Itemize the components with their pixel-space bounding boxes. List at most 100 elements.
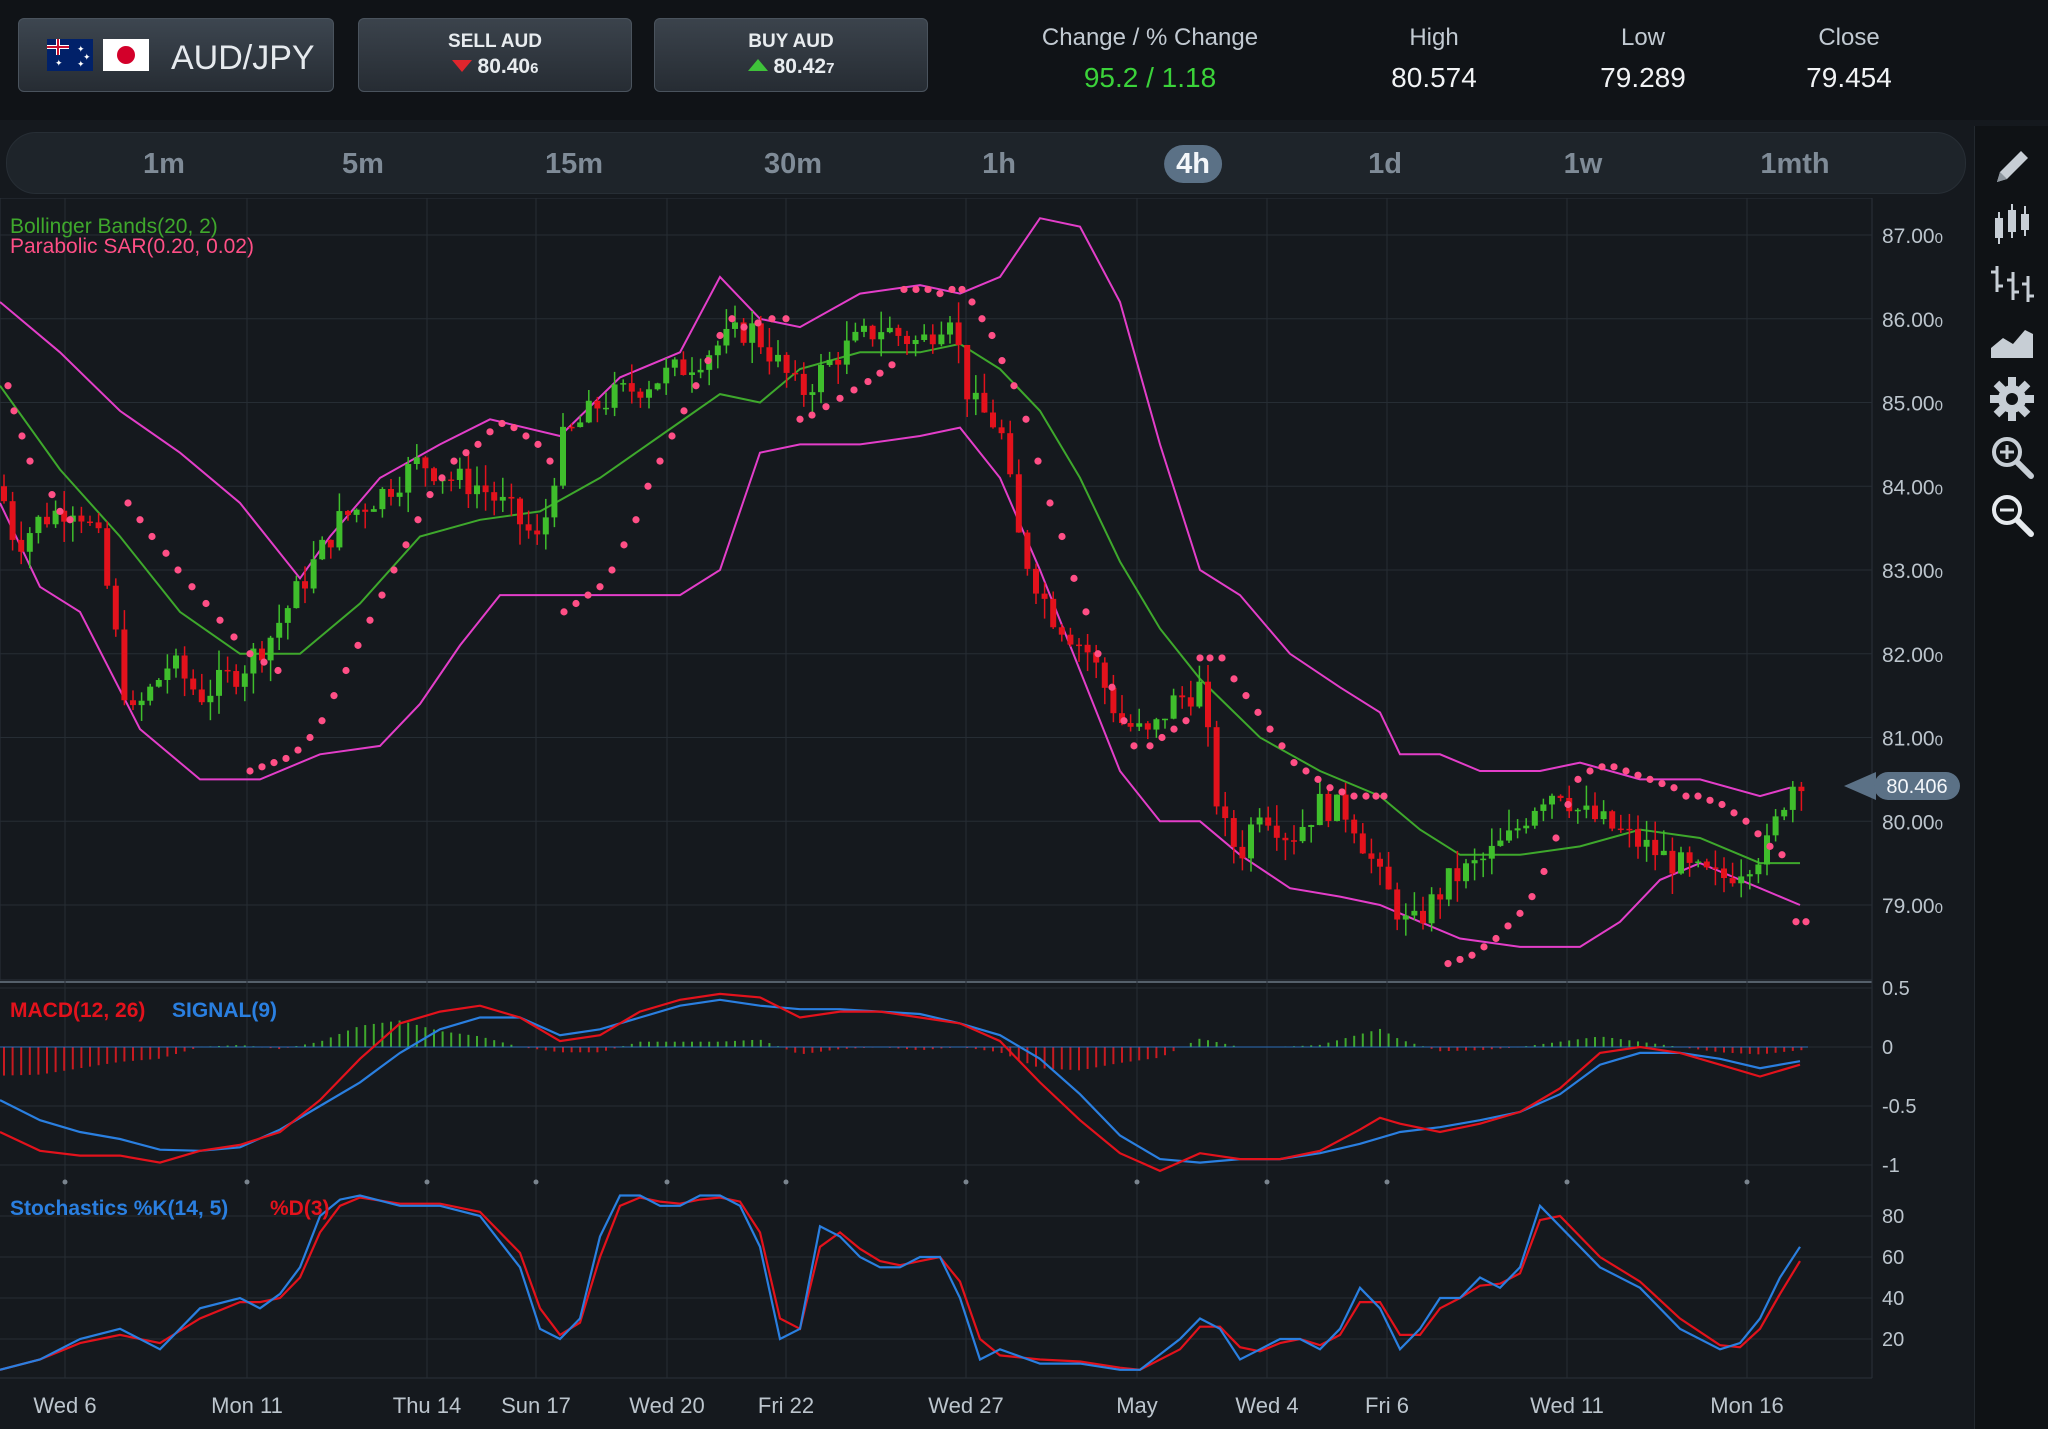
grid-dot <box>424 1179 430 1185</box>
candle-up <box>1308 825 1315 827</box>
candle-down <box>1007 433 1014 475</box>
sar-dot <box>1058 532 1066 541</box>
sar-dot <box>876 369 884 377</box>
candle-down <box>1712 867 1719 869</box>
candle-down <box>534 530 541 535</box>
buy-button[interactable]: BUY AUD 80.427 <box>654 18 928 92</box>
candle-down <box>929 334 936 345</box>
timeframe-1mth[interactable]: 1mth <box>1748 145 1841 183</box>
candle-up <box>456 468 463 480</box>
candle-up <box>155 679 162 687</box>
candle-down <box>1076 644 1082 647</box>
sar-dot <box>1754 830 1762 838</box>
zoom-out-icon[interactable] <box>1987 490 2037 540</box>
candle-up <box>284 608 291 623</box>
candle-down <box>1144 723 1151 730</box>
time-axis-label: Wed 27 <box>928 1393 1003 1418</box>
time-axis-label: Fri 22 <box>758 1393 814 1418</box>
stoch-k-legend: Stochastics %K(14, 5) <box>10 1197 228 1220</box>
timeframe-1w[interactable]: 1w <box>1552 145 1615 183</box>
buy-price: 80.42 <box>773 55 827 78</box>
sar-dot <box>450 457 458 465</box>
sar-dot <box>912 285 920 294</box>
candle-down <box>1617 828 1624 831</box>
sell-button[interactable]: SELL AUD 80.406 <box>358 18 632 92</box>
candle-up <box>1488 845 1495 859</box>
timeframe-1h[interactable]: 1h <box>970 145 1028 183</box>
ohlc-bars-icon[interactable] <box>1987 258 2037 308</box>
sar-dot <box>1694 792 1702 800</box>
candle-down <box>1 486 7 502</box>
candlestick-icon[interactable] <box>1987 200 2037 250</box>
sar-dot <box>294 746 302 754</box>
sar-dot <box>632 516 640 524</box>
candle-down <box>1385 866 1392 890</box>
sar-dot <box>1094 650 1102 658</box>
candle-up <box>1170 695 1177 719</box>
candle-up <box>723 328 730 346</box>
sar-dot <box>1766 842 1774 850</box>
sar-dot <box>1158 733 1166 742</box>
pencil-icon[interactable] <box>1987 142 2037 192</box>
candle-down <box>1557 795 1564 798</box>
candle-up <box>267 637 274 661</box>
down-arrow-icon <box>451 60 472 72</box>
sar-dot <box>1182 717 1190 725</box>
sar-dot <box>644 482 652 490</box>
sar-dot <box>988 331 996 340</box>
candle-up <box>319 539 326 560</box>
candle-up <box>689 372 695 375</box>
sar-dot <box>1468 951 1476 959</box>
candle-up <box>1574 809 1581 812</box>
candle-down <box>517 498 523 525</box>
candle-up <box>1600 811 1607 820</box>
candle-up <box>336 511 343 548</box>
bollinger-upper-band <box>0 217 1791 798</box>
timeframe-5m[interactable]: 5m <box>330 145 396 183</box>
sar-dot <box>270 759 278 767</box>
change-stat: Change / % Change 95.2 / 1.18 <box>1030 24 1270 94</box>
chart-tools-sidebar <box>1974 126 2048 1429</box>
candle-up <box>1445 868 1452 900</box>
sar-dot <box>258 763 266 771</box>
candle-up <box>293 581 300 609</box>
sar-dot <box>668 432 676 440</box>
candle-up <box>1299 826 1306 842</box>
timeframe-1m[interactable]: 1m <box>131 145 197 183</box>
sar-dot <box>1718 800 1726 809</box>
sar-dot <box>822 403 830 411</box>
price-tick-label: 82.000 <box>1882 644 1943 667</box>
timeframe-15m[interactable]: 15m <box>533 145 615 183</box>
sar-dot <box>366 616 374 624</box>
gear-icon[interactable] <box>1987 374 2037 424</box>
candle-down <box>327 539 334 548</box>
timeframe-4h[interactable]: 4h <box>1164 145 1222 183</box>
sar-dot <box>342 666 350 675</box>
candle-up <box>818 365 824 393</box>
sar-dot <box>1802 918 1810 926</box>
area-chart-icon[interactable] <box>1987 316 2037 366</box>
sar-dot <box>1266 725 1274 733</box>
sar-dot <box>1242 692 1250 700</box>
sar-dot <box>656 457 664 465</box>
price-tick-label: 86.000 <box>1882 309 1943 332</box>
price-chart[interactable]: 87.000 86.000 85.000 84.000 83.000 82.000 81.0… <box>0 198 1972 1429</box>
timeframe-30m[interactable]: 30m <box>752 145 834 183</box>
candle-down <box>1592 805 1598 820</box>
low-label: Low <box>1620 24 1666 51</box>
candle-down <box>792 372 799 375</box>
pair-selector[interactable]: ✦ ✦ ✦ ✦ AUD/JPY <box>18 18 334 92</box>
low-stat: Low 79.289 <box>1543 24 1743 94</box>
candle-up <box>1764 835 1770 865</box>
sar-dot <box>1730 809 1738 817</box>
sar-dot <box>692 382 700 390</box>
timeframe-1d[interactable]: 1d <box>1356 145 1414 183</box>
candle-up <box>809 392 816 395</box>
candle-down <box>9 501 16 540</box>
parabolic-sar <box>4 285 1810 968</box>
sar-dot <box>900 285 908 294</box>
sar-dot <box>1564 800 1572 809</box>
sar-dot <box>680 407 688 415</box>
candle-up <box>26 533 33 552</box>
zoom-in-icon[interactable] <box>1987 432 2037 482</box>
